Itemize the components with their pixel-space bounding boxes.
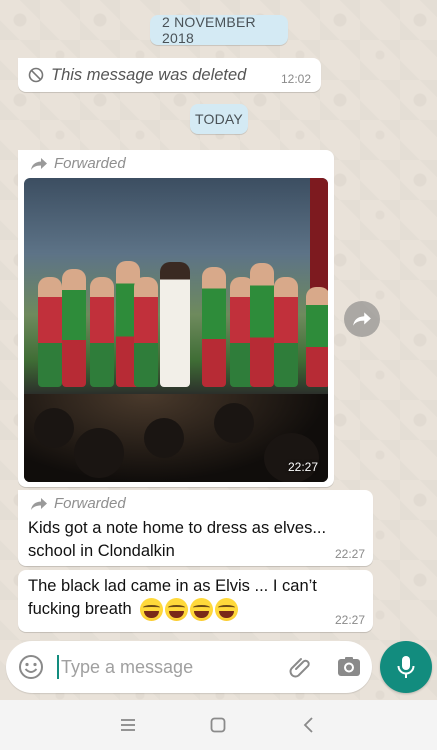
forwarded-text: Forwarded [54, 495, 126, 512]
elf-figure [38, 277, 62, 387]
message-line: fucking breath [28, 600, 132, 618]
elf-figure [202, 267, 226, 387]
audience-head [74, 428, 124, 478]
smiley-icon[interactable] [18, 654, 44, 680]
audience-head [144, 418, 184, 458]
date-chip-today: TODAY [190, 104, 248, 134]
audience-head [214, 403, 254, 443]
text-message-bubble[interactable]: Forwarded Kids got a note home to dress … [18, 490, 373, 566]
elf-figure [62, 269, 86, 387]
home-icon[interactable] [207, 714, 229, 736]
audience-head [34, 408, 74, 448]
grinning-squinting-face-icon [215, 598, 239, 622]
grinning-squinting-face-icon [190, 598, 214, 622]
grinning-squinting-face-icon [165, 598, 189, 622]
share-arrow-icon [353, 312, 371, 326]
date-chip-label: 2 NOVEMBER 2018 [162, 14, 256, 46]
school-play-photo[interactable]: 22:27 [24, 178, 328, 482]
elf-figure [250, 263, 274, 387]
grinning-squinting-face-icon [140, 598, 164, 622]
back-icon[interactable] [298, 714, 320, 736]
photo-time: 22:27 [287, 460, 318, 474]
message-input[interactable] [61, 652, 261, 682]
elf-figure [134, 277, 158, 387]
forwarded-text: Forwarded [54, 155, 126, 172]
deleted-message-text: This message was deleted [51, 66, 247, 84]
forward-share-button[interactable] [344, 301, 380, 337]
date-chip-nov-2018: 2 NOVEMBER 2018 [150, 14, 288, 46]
message-text: Kids got a note home to dress as elves..… [28, 517, 326, 563]
recents-icon[interactable] [117, 714, 139, 736]
deleted-message-bubble[interactable]: This message was deleted 12:02 [18, 58, 321, 92]
elf-figure [274, 277, 298, 387]
forwarded-label: Forwarded [30, 155, 126, 172]
photo-message-bubble[interactable]: Forwarded 22:27 [18, 150, 334, 487]
message-line-with-emoji: fucking breath [28, 598, 317, 622]
ban-icon [28, 67, 44, 83]
forward-arrow-icon [31, 157, 47, 170]
elvis-costume-figure [160, 262, 190, 387]
text-message-bubble[interactable]: The black lad came in as Elvis ... I can… [18, 570, 373, 632]
message-line: The black lad came in as Elvis ... I can… [28, 577, 317, 595]
message-line: school in Clondalkin [28, 542, 175, 560]
paperclip-icon[interactable] [288, 654, 314, 680]
forward-arrow-icon [31, 497, 47, 510]
date-chip-label: TODAY [195, 111, 243, 127]
text-cursor [57, 655, 59, 679]
camera-icon[interactable] [336, 654, 362, 680]
message-line: Kids got a note home to dress as elves..… [28, 519, 327, 537]
elf-figure [306, 287, 328, 387]
message-text: The black lad came in as Elvis ... I can… [28, 575, 317, 622]
voice-record-button[interactable] [380, 641, 432, 693]
audience-head [264, 433, 319, 482]
elf-figure [90, 277, 114, 387]
forwarded-label: Forwarded [30, 495, 126, 512]
message-time: 22:27 [334, 547, 365, 561]
message-composer [6, 641, 372, 693]
mic-icon [397, 656, 415, 678]
message-time: 12:02 [280, 72, 311, 86]
emoji-group [140, 598, 239, 622]
system-nav-bar [0, 700, 437, 750]
message-time: 22:27 [334, 613, 365, 627]
